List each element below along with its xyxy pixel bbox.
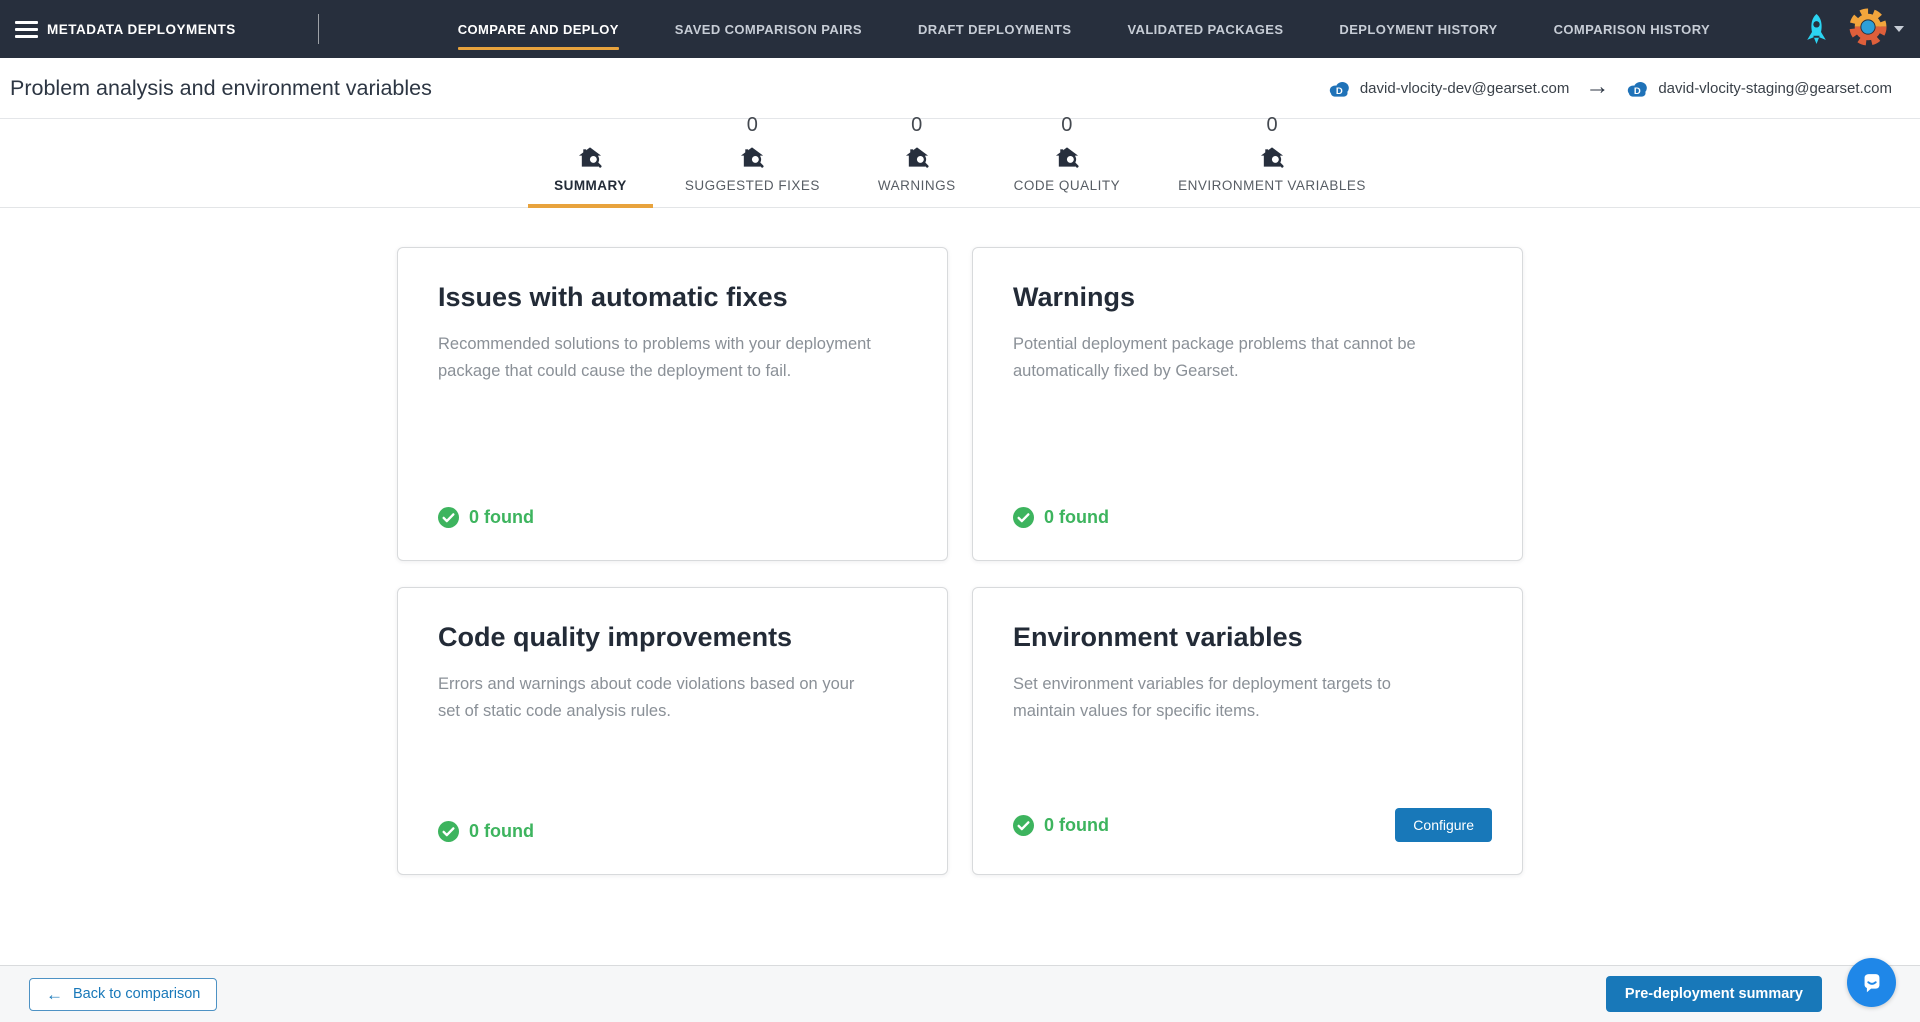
check-circle-icon	[1013, 507, 1034, 528]
back-to-comparison-button[interactable]: ← Back to comparison	[29, 977, 218, 1011]
card-footer: 0 found	[438, 821, 917, 842]
nav-item-deployment-history[interactable]: DEPLOYMENT HISTORY	[1339, 0, 1497, 58]
card-footer: 0 found	[1013, 507, 1492, 528]
status-badge: 0 found	[1013, 814, 1109, 836]
tab-suggested-fixes[interactable]: 0 SUGGESTED FIXES	[659, 112, 846, 207]
tab-count: 0	[1266, 113, 1278, 136]
status-text: 0 found	[469, 507, 534, 527]
source-org: D david-vlocity-dev@gearset.com	[1327, 79, 1569, 98]
status-badge: 0 found	[1013, 507, 1109, 528]
card-description: Potential deployment package problems th…	[1013, 335, 1416, 380]
status-text: 0 found	[1044, 507, 1109, 527]
svg-text:D: D	[1336, 85, 1343, 96]
chat-launcher[interactable]	[1847, 958, 1896, 1007]
card-title: Issues with automatic fixes	[438, 282, 788, 312]
card-issues-with-automatic-fixes: Issues with automatic fixes Recommended …	[397, 247, 948, 561]
nav-item-saved-comparison-pairs[interactable]: SAVED COMPARISON PAIRS	[675, 0, 862, 58]
card-description: Set environment variables for deployment…	[1013, 675, 1391, 720]
status-text: 0 found	[469, 821, 534, 841]
card-footer: 0 found Configure	[1013, 808, 1492, 842]
check-circle-icon	[438, 507, 459, 528]
tab-label: CODE QUALITY	[1013, 178, 1121, 193]
org-cloud-icon: D	[1329, 81, 1349, 96]
nav-item-validated-packages[interactable]: VALIDATED PACKAGES	[1127, 0, 1283, 58]
app-title: METADATA DEPLOYMENTS	[47, 21, 236, 37]
target-org: D david-vlocity-staging@gearset.com	[1625, 79, 1892, 98]
pre-deployment-summary-button[interactable]: Pre-deployment summary	[1605, 976, 1822, 1012]
status-text: 0 found	[1044, 814, 1109, 835]
menu-icon[interactable]	[15, 20, 38, 38]
tab-count: 0	[1061, 113, 1073, 136]
nav-item-comparison-history[interactable]: COMPARISON HISTORY	[1554, 0, 1710, 58]
tab-label: SUMMARY	[554, 178, 627, 193]
tab-label: ENVIRONMENT VARIABLES	[1178, 178, 1366, 193]
tab-label: WARNINGS	[877, 178, 956, 193]
tab-count: 0	[746, 113, 758, 136]
configure-button[interactable]: Configure	[1395, 808, 1492, 842]
summary-cards: Issues with automatic fixes Recommended …	[397, 247, 1523, 875]
home-search-icon	[904, 145, 930, 170]
tab-summary[interactable]: SUMMARY	[528, 112, 653, 208]
rocket-icon[interactable]	[1804, 13, 1829, 46]
tab-count: 0	[911, 113, 923, 136]
back-button-label: Back to comparison	[73, 986, 201, 1002]
status-badge: 0 found	[438, 507, 534, 528]
source-org-label: david-vlocity-dev@gearset.com	[1359, 79, 1570, 97]
tab-code-quality[interactable]: 0 CODE QUALITY	[988, 112, 1147, 207]
card-environment-variables: Environment variables Set environment va…	[972, 587, 1523, 875]
tab-warnings[interactable]: 0 WARNINGS	[852, 112, 982, 207]
top-nav: METADATA DEPLOYMENTS COMPARE AND DEPLOY S…	[0, 0, 1920, 58]
card-description: Errors and warnings about code violation…	[438, 675, 855, 720]
home-search-icon	[577, 145, 603, 170]
arrow-left-icon: ←	[46, 984, 63, 1004]
org-cloud-icon: D	[1628, 81, 1648, 96]
nav-right	[1804, 7, 1904, 51]
svg-text:D: D	[1634, 85, 1641, 96]
status-badge: 0 found	[438, 821, 534, 842]
footer-bar: ← Back to comparison Pre-deployment summ…	[0, 965, 1920, 1022]
tab-environment-variables[interactable]: 0 ENVIRONMENT VARIABLES	[1152, 112, 1392, 207]
card-title: Code quality improvements	[438, 622, 793, 652]
check-circle-icon	[1013, 814, 1034, 836]
arrow-right-icon: →	[1585, 72, 1610, 100]
page-header: Problem analysis and environment variabl…	[0, 58, 1920, 119]
card-code-quality-improvements: Code quality improvements Errors and war…	[397, 587, 948, 875]
nav-divider	[317, 14, 319, 44]
card-title: Warnings	[1013, 282, 1136, 312]
chat-icon	[1864, 973, 1879, 992]
page-title: Problem analysis and environment variabl…	[10, 75, 432, 100]
main-nav: COMPARE AND DEPLOY SAVED COMPARISON PAIRS…	[457, 0, 1710, 58]
home-search-icon	[1054, 145, 1080, 170]
card-footer: 0 found	[438, 507, 917, 528]
analysis-tabs: SUMMARY 0 SUGGESTED FIXES 0 WARNINGS 0 C…	[0, 114, 1920, 208]
target-org-label: david-vlocity-staging@gearset.com	[1658, 79, 1892, 97]
org-pair: D david-vlocity-dev@gearset.com → D davi…	[1327, 72, 1892, 100]
card-warnings: Warnings Potential deployment package pr…	[972, 247, 1523, 561]
home-search-icon	[1259, 145, 1285, 170]
card-description: Recommended solutions to problems with y…	[438, 335, 871, 380]
check-circle-icon	[438, 821, 459, 842]
home-search-icon	[739, 145, 765, 170]
tab-label: SUGGESTED FIXES	[684, 178, 820, 193]
nav-item-draft-deployments[interactable]: DRAFT DEPLOYMENTS	[918, 0, 1071, 58]
avatar-gear-icon	[1849, 7, 1887, 51]
chevron-down-icon	[1894, 26, 1904, 32]
user-menu[interactable]	[1849, 7, 1904, 51]
card-title: Environment variables	[1013, 622, 1303, 652]
nav-item-compare-and-deploy[interactable]: COMPARE AND DEPLOY	[457, 0, 619, 58]
